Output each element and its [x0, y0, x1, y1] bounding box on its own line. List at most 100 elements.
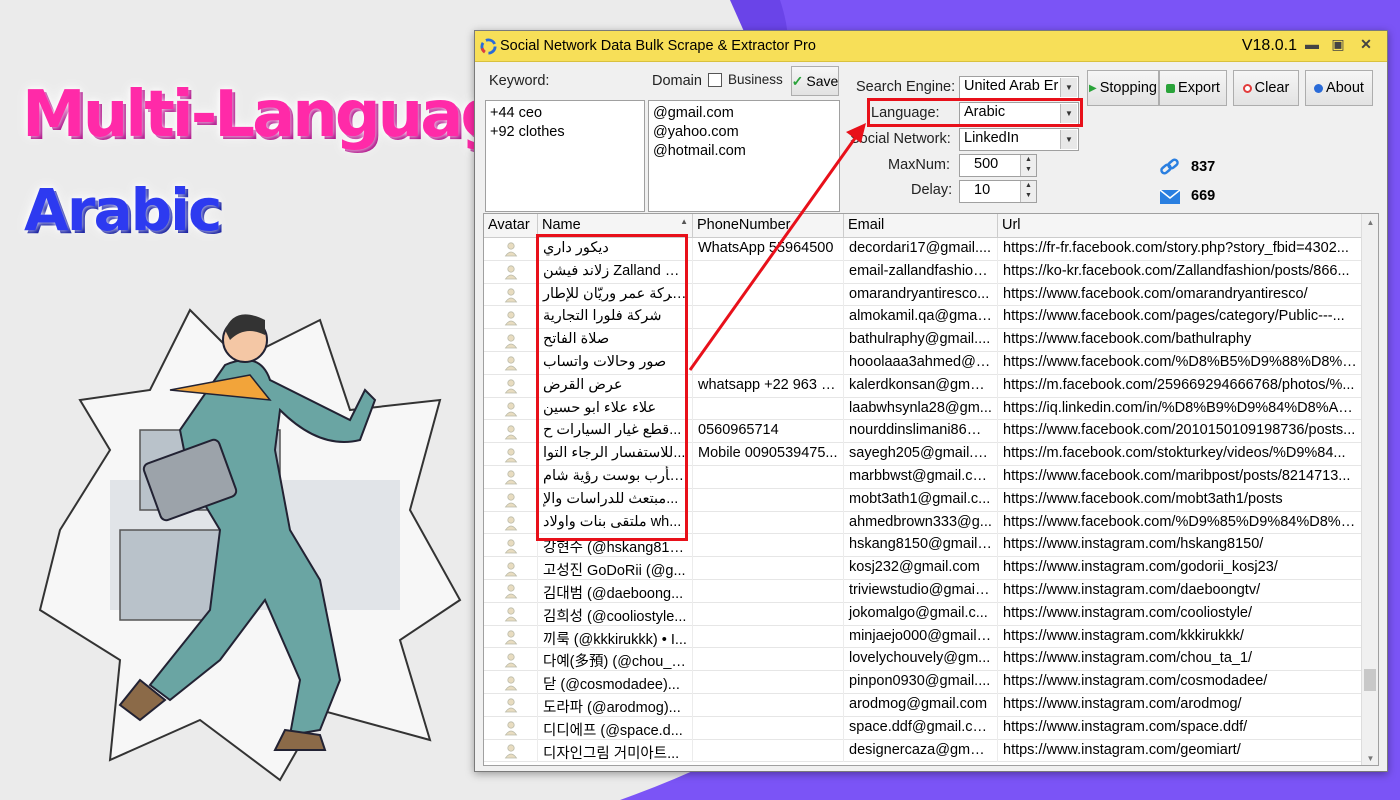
results-grid[interactable]: Avatar Name ▲ PhoneNumber Email Url ديكو…: [483, 213, 1379, 766]
avatar-placeholder-icon: [504, 493, 517, 508]
url-cell: https://www.instagram.com/space.ddf/: [998, 716, 1363, 740]
app-logo-icon: [480, 38, 497, 55]
table-row[interactable]: للاستفسار الرجاء التوا... Mobile 00905394…: [484, 443, 1363, 466]
email-cell: nourddinslimani86@...: [844, 420, 998, 444]
vertical-scrollbar[interactable]: ▲ ▼: [1361, 214, 1378, 765]
avatar-placeholder-icon: [504, 333, 517, 348]
url-cell: https://fr-fr.facebook.com/story.php?sto…: [998, 238, 1363, 261]
column-header-url[interactable]: Url: [998, 214, 1363, 238]
phone-cell: [693, 283, 844, 307]
avatar-placeholder-icon: [504, 698, 517, 713]
search-engine-select[interactable]: United Arab Er ▼: [959, 76, 1079, 99]
save-button[interactable]: ✓ Save: [791, 66, 839, 96]
promo-subtitle: Arabic: [24, 176, 222, 244]
table-row[interactable]: 디디에프 (@space.d... space.ddf@gmail.com http…: [484, 716, 1363, 740]
avatar: [484, 557, 538, 580]
play-icon: ▶: [1089, 82, 1097, 94]
name-cell: 디자인그림 거미아트...: [538, 739, 693, 763]
envelope-icon: [1159, 189, 1181, 204]
name-cell: 끼룩 (@kkkirukkk) • I...: [538, 625, 693, 649]
url-cell: https://www.instagram.com/chou_ta_1/: [998, 648, 1363, 672]
name-cell: للاستفسار الرجاء التوا...: [538, 443, 693, 466]
table-row[interactable]: مبتعث للدراسات والإ... mobt3ath1@gmail.c.…: [484, 488, 1363, 512]
table-row[interactable]: 김대범 (@daeboong... triviewstudio@gmail....…: [484, 579, 1363, 603]
keyword-textarea[interactable]: +44 ceo +92 clothes: [485, 100, 645, 212]
table-row[interactable]: مأرب بوست رؤية شام... marbbwst@gmail.com h…: [484, 465, 1363, 489]
delay-stepper[interactable]: 10 ▲ ▼: [959, 180, 1037, 203]
table-row[interactable]: 디자인그림 거미아트... designercaza@gmail.... https…: [484, 739, 1363, 763]
keyword-label: Keyword:: [489, 73, 550, 89]
email-cell: triviewstudio@gmail....: [844, 579, 998, 603]
export-button[interactable]: Export: [1159, 70, 1227, 106]
table-row[interactable]: شركة فلورا التجارية almokamil.qa@gmai... h…: [484, 306, 1363, 330]
stepper-arrows-icon[interactable]: ▲ ▼: [1020, 181, 1036, 202]
avatar-placeholder-icon: [504, 539, 517, 554]
phone-cell: [693, 648, 844, 672]
close-icon[interactable]: ✕: [1355, 36, 1377, 56]
delay-label: Delay:: [911, 182, 953, 198]
table-row[interactable]: شركة عمر وريّان للإطار... omarandryantire…: [484, 283, 1363, 307]
table-row[interactable]: 끼룩 (@kkkirukkk) • I... minjaejo000@gmail.…: [484, 625, 1363, 649]
column-header-avatar[interactable]: Avatar: [484, 214, 538, 238]
scrollbar-thumb[interactable]: [1364, 669, 1376, 691]
delay-value: 10: [974, 182, 991, 198]
table-row[interactable]: 김희성 (@cooliostyle... jokomalgo@gmail.c...…: [484, 602, 1363, 626]
name-cell: 김희성 (@cooliostyle...: [538, 602, 693, 626]
scroll-down-icon[interactable]: ▼: [1362, 750, 1378, 765]
table-row[interactable]: قطع غيار السيارات ح... 0560965714 nourddi…: [484, 420, 1363, 444]
table-row[interactable]: 닫 (@cosmodadee)... pinpon0930@gmail.... ht…: [484, 671, 1363, 694]
phone-cell: [693, 511, 844, 535]
avatar-placeholder-icon: [504, 516, 517, 531]
table-row[interactable]: 도라파 (@arodmog)... arodmog@gmail.com https:…: [484, 693, 1363, 717]
language-select[interactable]: Arabic ▼: [959, 102, 1079, 125]
clear-button[interactable]: Clear: [1233, 70, 1299, 106]
minimize-icon[interactable]: ▬: [1301, 36, 1323, 56]
column-header-name-label: Name: [542, 217, 581, 233]
table-row[interactable]: عرض القرض whatsapp +22 963 6... kalerdkons…: [484, 374, 1363, 398]
phone-cell: [693, 557, 844, 580]
column-header-name[interactable]: Name ▲: [538, 214, 693, 238]
avatar-placeholder-icon: [504, 607, 517, 622]
url-cell: https://ko-kr.facebook.com/Zallandfashio…: [998, 260, 1363, 284]
chevron-down-icon: ▼: [1060, 78, 1077, 97]
language-value: Arabic: [964, 104, 1006, 120]
url-cell: https://www.instagram.com/kkkirukkk/: [998, 625, 1363, 649]
column-header-email[interactable]: Email: [844, 214, 998, 238]
table-row[interactable]: ملتقى بنات واولاد wh... ahmedbrown333@g..…: [484, 511, 1363, 535]
url-cell: https://www.facebook.com/%D9%85%D9%84%D8…: [998, 511, 1363, 535]
language-label: Language:: [871, 105, 940, 121]
name-cell: مأرب بوست رؤية شام...: [538, 465, 693, 489]
about-button[interactable]: About: [1305, 70, 1373, 106]
phone-cell: [693, 351, 844, 375]
avatar: [484, 374, 538, 398]
maxnum-stepper[interactable]: 500 ▲ ▼: [959, 154, 1037, 177]
table-row[interactable]: 다예(多預) (@chou_t... lovelychouvely@gm... ht…: [484, 648, 1363, 672]
avatar-placeholder-icon: [504, 744, 517, 759]
url-cell: https://iq.linkedin.com/in/%D8%B9%D9%84%…: [998, 397, 1363, 421]
table-row[interactable]: صلاة الفاتح bathulraphy@gmail.... https://…: [484, 329, 1363, 352]
avatar: [484, 739, 538, 763]
stopping-button[interactable]: ▶ Stopping: [1087, 70, 1159, 106]
avatar: [484, 443, 538, 466]
name-cell: صور وحالات واتساب: [538, 351, 693, 375]
avatar: [484, 602, 538, 626]
table-row[interactable]: ديكور داري WhatsApp 55964500 decordari17@g…: [484, 238, 1363, 261]
table-row[interactable]: 고성진 GoDoRii (@g... kosj232@gmail.com https…: [484, 557, 1363, 580]
stepper-arrows-icon[interactable]: ▲ ▼: [1020, 155, 1036, 176]
domain-line: @yahoo.com: [653, 124, 739, 140]
social-network-value: LinkedIn: [964, 130, 1019, 146]
table-row[interactable]: 강현수 (@hskang815... hskang8150@gmail.... ht…: [484, 534, 1363, 558]
about-label: About: [1326, 80, 1364, 96]
table-row[interactable]: صور وحالات واتساب hooolaaa3ahmed@g... http…: [484, 351, 1363, 375]
phone-cell: [693, 488, 844, 512]
table-row[interactable]: علاء علاء ابو حسين laabwhsynla28@gm... htt…: [484, 397, 1363, 421]
domain-textarea[interactable]: @gmail.com @yahoo.com @hotmail.com: [648, 100, 840, 212]
url-cell: https://m.facebook.com/stokturkey/videos…: [998, 443, 1363, 466]
table-row[interactable]: زلاند فيشن Zalland Fa... email-zallandfas…: [484, 260, 1363, 284]
column-header-phone[interactable]: PhoneNumber: [693, 214, 844, 238]
name-cell: ملتقى بنات واولاد wh...: [538, 511, 693, 535]
scroll-up-icon[interactable]: ▲: [1362, 214, 1378, 231]
maximize-icon[interactable]: ▣: [1327, 36, 1349, 56]
business-checkbox[interactable]: [708, 73, 722, 87]
social-network-select[interactable]: LinkedIn ▼: [959, 128, 1079, 151]
